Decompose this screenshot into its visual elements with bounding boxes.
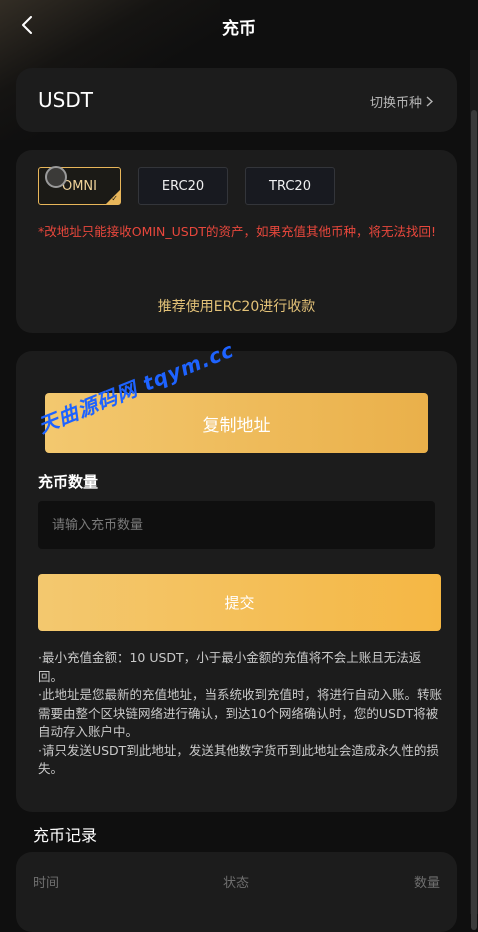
chain-label: TRC20 — [269, 178, 311, 194]
submit-label: 提交 — [224, 594, 255, 612]
touch-ripple — [45, 166, 67, 188]
amount-label: 充币数量 — [38, 473, 99, 491]
column-header-status: 状态 — [223, 876, 250, 891]
scrollbar-thumb[interactable] — [471, 110, 477, 930]
check-icon: ✓ — [111, 194, 118, 203]
copy-address-label: 复制地址 — [202, 415, 271, 436]
page-title: 充币 — [222, 19, 256, 39]
note-item: ·此地址是您最新的充值地址，当系统收到充值时，将进行自动入账。转账需要由整个区块… — [38, 687, 442, 739]
scrollbar[interactable] — [470, 50, 478, 930]
amount-input[interactable] — [38, 501, 435, 549]
chain-label: OMNI — [61, 178, 97, 194]
header: 充币 — [0, 0, 478, 52]
coin-card: USDT 切换币种 — [16, 68, 457, 132]
chain-option-erc20[interactable]: ERC20 — [138, 167, 228, 205]
submit-button[interactable]: 提交 — [38, 574, 441, 631]
recommend-text: 推荐使用ERC20进行收款 — [157, 299, 316, 315]
network-card: OMNI ✓ ERC20 TRC20 *改地址只能接收OMIN_USDT的资产，… — [16, 150, 457, 333]
switch-coin-button[interactable]: 切换币种 — [370, 92, 433, 111]
records-card: 时间 状态 数量 — [16, 852, 457, 932]
column-header-amount: 数量 — [413, 876, 440, 891]
switch-coin-label: 切换币种 — [369, 96, 422, 111]
records-title: 充币记录 — [33, 826, 98, 845]
chevron-right-icon — [426, 96, 433, 107]
chain-option-trc20[interactable]: TRC20 — [245, 167, 335, 205]
note-item: ·请只发送USDT到此地址，发送其他数字货币到此地址会造成永久性的损失。 — [38, 742, 439, 777]
network-warning: *改地址只能接收OMIN_USDT的资产，如果充值其他币种，将无法找回! — [38, 224, 437, 239]
chain-label: ERC20 — [161, 178, 205, 194]
column-header-time: 时间 — [33, 876, 60, 891]
deposit-notes: ·最小充值金额：10 USDT，小于最小金额的充值将不会上账且无法返回。 ·此地… — [38, 649, 442, 779]
note-item: ·最小充值金额：10 USDT，小于最小金额的充值将不会上账且无法返回。 — [38, 650, 422, 684]
chain-option-omni[interactable]: OMNI ✓ — [38, 166, 121, 205]
coin-name: USDT — [38, 88, 93, 112]
